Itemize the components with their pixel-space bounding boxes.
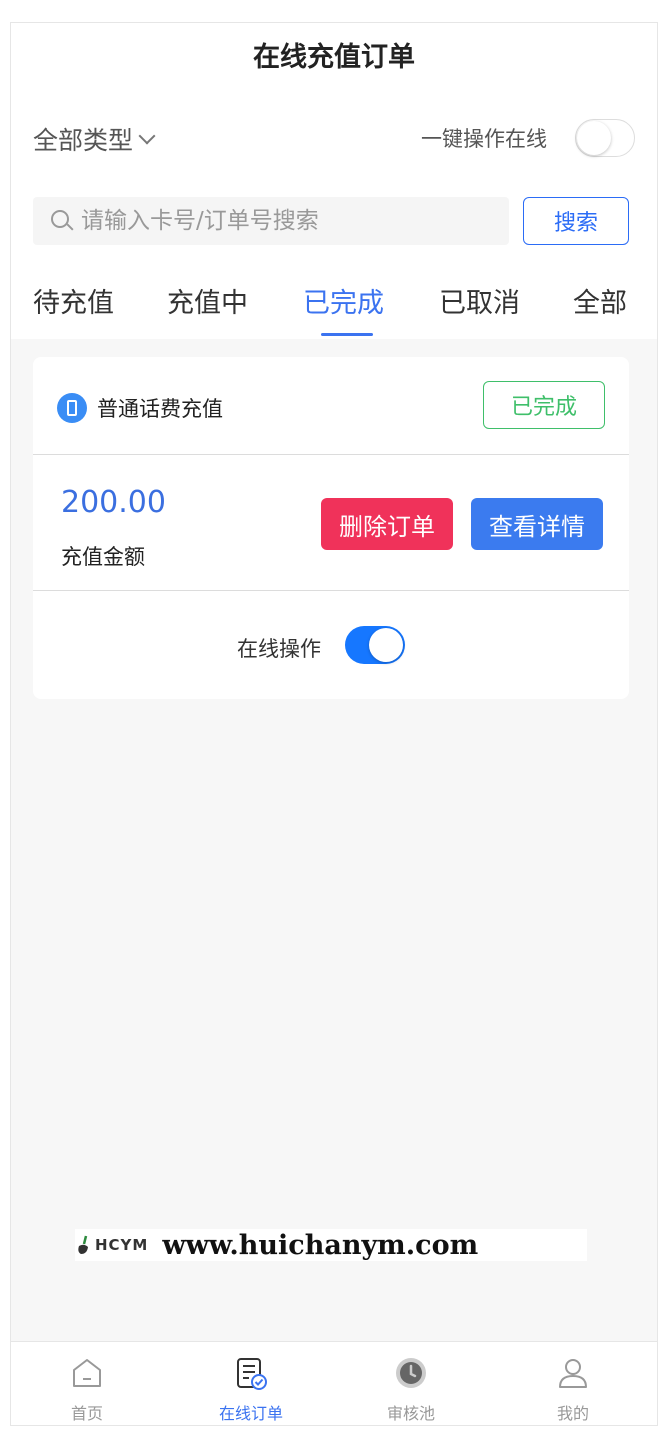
type-filter-label: 全部类型 xyxy=(33,126,134,155)
app-frame: 在线充值订单 全部类型 一键操作在线 搜索 待充值 充值中 已完成 已取消 全部 xyxy=(10,22,658,1426)
nav-mine[interactable]: 我的 xyxy=(513,1342,633,1425)
header-area: 在线充值订单 全部类型 一键操作在线 搜索 待充值 充值中 已完成 已取消 全部 xyxy=(11,23,657,339)
clock-icon xyxy=(396,1358,426,1388)
order-card: 普通话费充值 已完成 200.00 充值金额 删除订单 查看详情 在线操作 xyxy=(33,357,629,699)
order-amount-label: 充值金额 xyxy=(61,545,145,569)
order-icon xyxy=(237,1358,267,1390)
view-details-button[interactable]: 查看详情 xyxy=(471,498,603,550)
online-operation-label: 在线操作 xyxy=(237,637,321,661)
tab-pending[interactable]: 待充值 xyxy=(33,281,114,320)
order-card-body: 200.00 充值金额 删除订单 查看详情 xyxy=(33,455,629,591)
search-icon xyxy=(51,210,74,232)
nav-mine-label: 我的 xyxy=(556,1404,589,1423)
order-card-footer: 在线操作 xyxy=(33,591,629,699)
nav-review-pool-label: 审核池 xyxy=(386,1404,435,1423)
user-icon xyxy=(559,1359,587,1388)
active-tab-indicator xyxy=(321,333,373,336)
chevron-down-icon xyxy=(138,127,156,145)
watermark: HCYM www.huichanym.com xyxy=(75,1229,587,1261)
online-operation-toggle[interactable] xyxy=(345,626,405,664)
nav-home[interactable]: 首页 xyxy=(27,1342,147,1425)
type-filter-dropdown[interactable]: 全部类型 xyxy=(33,121,156,157)
onekey-online-toggle[interactable] xyxy=(575,119,635,157)
order-card-header: 普通话费充值 已完成 xyxy=(33,357,629,455)
tab-cancelled[interactable]: 已取消 xyxy=(439,281,520,320)
search-box xyxy=(33,197,509,245)
toggle-knob xyxy=(577,121,611,155)
onekey-online-label: 一键操作在线 xyxy=(421,127,547,151)
search-input[interactable] xyxy=(81,208,481,234)
home-icon xyxy=(73,1359,101,1387)
nav-home-label: 首页 xyxy=(70,1404,103,1423)
nav-online-orders-label: 在线订单 xyxy=(218,1404,283,1423)
status-badge: 已完成 xyxy=(483,381,605,429)
nav-review-pool[interactable]: 审核池 xyxy=(351,1342,471,1425)
shovel-icon xyxy=(78,1235,88,1254)
tab-charging[interactable]: 充值中 xyxy=(167,281,248,320)
status-tabs: 待充值 充值中 已完成 已取消 全部 xyxy=(11,281,657,339)
toggle-knob xyxy=(369,628,403,662)
order-amount: 200.00 xyxy=(61,485,166,520)
watermark-logo: HCYM xyxy=(95,1236,149,1254)
tab-all[interactable]: 全部 xyxy=(573,281,627,320)
nav-online-orders[interactable]: 在线订单 xyxy=(191,1342,311,1425)
page-title: 在线充值订单 xyxy=(253,42,415,73)
delete-order-button[interactable]: 删除订单 xyxy=(321,498,453,550)
order-type: 普通话费充值 xyxy=(97,397,223,421)
watermark-url: www.huichanym.com xyxy=(162,1229,479,1261)
search-button[interactable]: 搜索 xyxy=(523,197,629,245)
phone-icon xyxy=(57,393,87,423)
tab-completed[interactable]: 已完成 xyxy=(303,281,384,320)
bottom-nav: 首页 在线订单 审核池 我的 xyxy=(11,1341,657,1425)
